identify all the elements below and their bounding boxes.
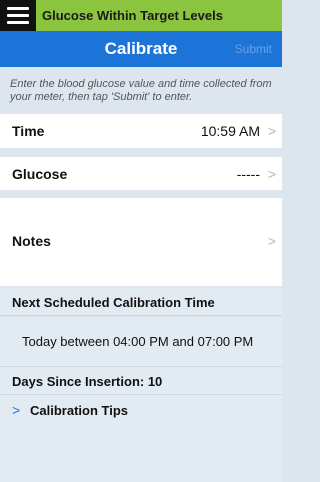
time-row[interactable]: Time 10:59 AM >: [0, 114, 282, 148]
instructions-text: Enter the blood glucose value and time c…: [10, 78, 272, 103]
days-since-insertion: Days Since Insertion: 10: [0, 367, 282, 395]
status-banner: Glucose Within Target Levels: [0, 0, 282, 31]
notes-row[interactable]: Notes >: [0, 198, 282, 286]
glucose-label: Glucose: [12, 166, 68, 182]
chevron-right-icon: >: [267, 233, 276, 249]
time-label: Time: [12, 123, 45, 139]
next-calibration-window: Today between 04:00 PM and 07:00 PM: [0, 317, 282, 367]
calibration-window-text: Today between 04:00 PM and 07:00 PM: [22, 334, 254, 349]
calibration-tips-section: > Calibration Tips: [0, 395, 282, 482]
glucose-value: -----: [236, 166, 260, 182]
days-since-insertion-text: Days Since Insertion: 10: [12, 374, 163, 389]
time-value: 10:59 AM: [200, 123, 260, 139]
next-calibration-heading: Next Scheduled Calibration Time: [12, 295, 215, 310]
chevron-right-icon: >: [267, 123, 276, 139]
next-calibration-header: Next Scheduled Calibration Time: [0, 288, 282, 316]
expand-chevron-icon[interactable]: >: [12, 402, 20, 418]
nav-bar: Calibrate Submit: [0, 31, 282, 67]
notes-label: Notes: [12, 233, 51, 249]
chevron-right-icon: >: [267, 166, 276, 182]
status-message: Glucose Within Target Levels: [42, 8, 223, 23]
calibration-tips-link[interactable]: Calibration Tips: [30, 403, 128, 418]
glucose-row[interactable]: Glucose ----- >: [0, 157, 282, 190]
submit-button[interactable]: Submit: [235, 42, 272, 56]
hamburger-menu-icon[interactable]: [0, 0, 36, 31]
